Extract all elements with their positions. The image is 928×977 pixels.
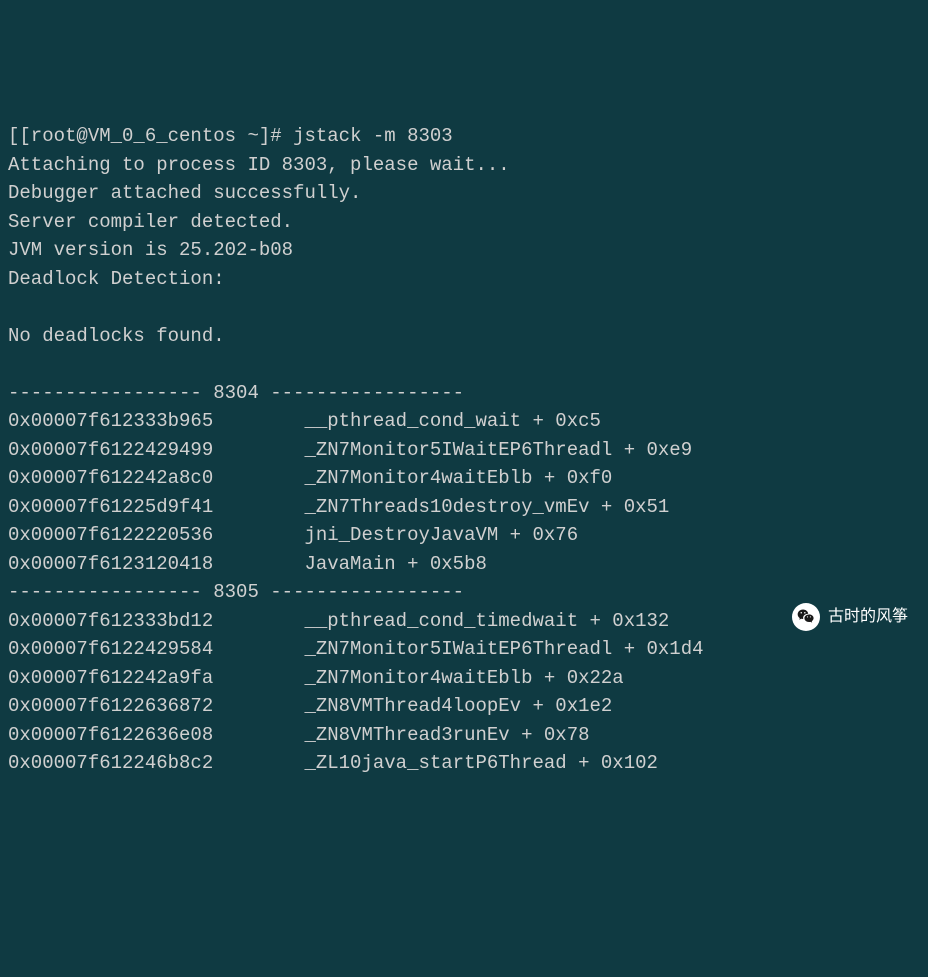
output-line: Server compiler detected. <box>8 208 920 237</box>
output-line: JVM version is 25.202-b08 <box>8 236 920 265</box>
stack-frame: 0x00007f6123120418 JavaMain + 0x5b8 <box>8 550 920 579</box>
stack-frame: 0x00007f6122220536 jni_DestroyJavaVM + 0… <box>8 521 920 550</box>
stack-frame: 0x00007f612333bd12 __pthread_cond_timedw… <box>8 607 920 636</box>
stack-frame: 0x00007f612242a8c0 _ZN7Monitor4waitEblb … <box>8 464 920 493</box>
thread-separator: ----------------- 8304 ----------------- <box>8 379 920 408</box>
stack-frame: 0x00007f612242a9fa _ZN7Monitor4waitEblb … <box>8 664 920 693</box>
output-line: Deadlock Detection: <box>8 265 920 294</box>
watermark-text: 古时的风筝 <box>828 605 908 629</box>
output-line: No deadlocks found. <box>8 322 920 351</box>
stack-frame: 0x00007f612333b965 __pthread_cond_wait +… <box>8 407 920 436</box>
stack-frame: 0x00007f6122636872 _ZN8VMThread4loopEv +… <box>8 692 920 721</box>
output-line: Debugger attached successfully. <box>8 179 920 208</box>
stack-frame: 0x00007f6122429584 _ZN7Monitor5IWaitEP6T… <box>8 635 920 664</box>
wechat-icon <box>792 603 820 631</box>
output-line <box>8 350 920 379</box>
thread-separator: ----------------- 8305 ----------------- <box>8 578 920 607</box>
command-prompt-line: [[root@VM_0_6_centos ~]# jstack -m 8303 <box>8 122 920 151</box>
stack-frame: 0x00007f6122429499 _ZN7Monitor5IWaitEP6T… <box>8 436 920 465</box>
watermark: 古时的风筝 <box>792 603 908 631</box>
stack-frame: 0x00007f61225d9f41 _ZN7Threads10destroy_… <box>8 493 920 522</box>
terminal-output: [[root@VM_0_6_centos ~]# jstack -m 8303A… <box>8 122 920 778</box>
stack-frame: 0x00007f6122636e08 _ZN8VMThread3runEv + … <box>8 721 920 750</box>
output-line <box>8 293 920 322</box>
stack-frame: 0x00007f612246b8c2 _ZL10java_startP6Thre… <box>8 749 920 778</box>
output-line: Attaching to process ID 8303, please wai… <box>8 151 920 180</box>
